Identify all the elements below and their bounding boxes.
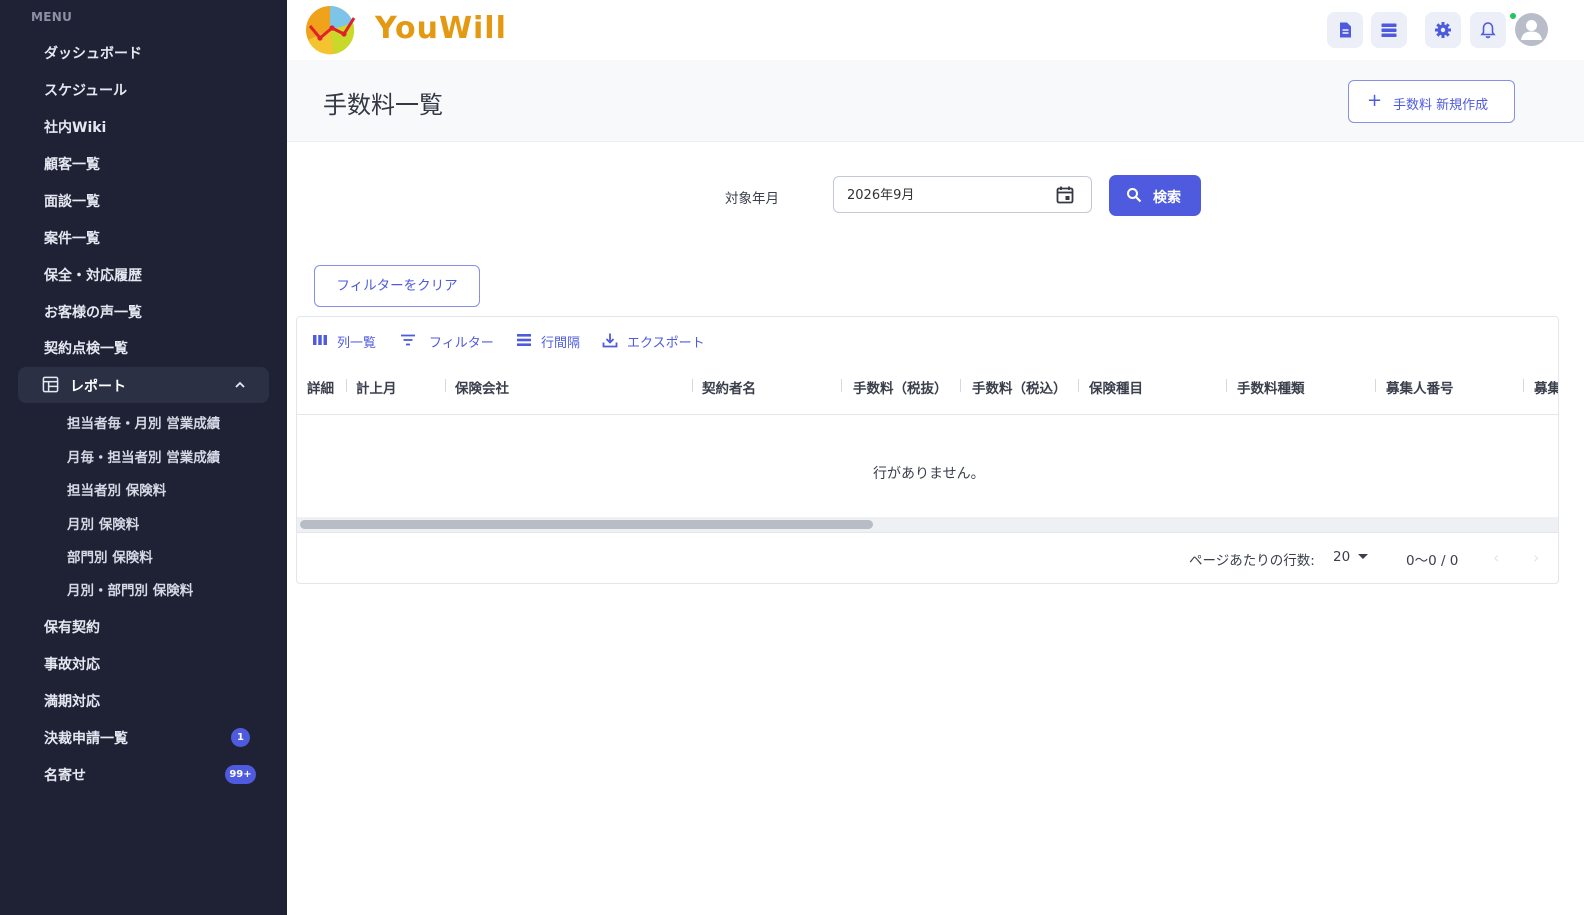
column-separator[interactable] bbox=[1523, 379, 1524, 392]
sidebar-item-schedule[interactable]: スケジュール bbox=[44, 80, 127, 100]
approvals-count-badge: 1 bbox=[231, 728, 250, 747]
column-header-agent-number[interactable]: 募集人番号 bbox=[1386, 377, 1454, 397]
export-button[interactable]: エクスポート bbox=[602, 330, 708, 351]
empty-rows-message: 行がありません。 bbox=[873, 466, 985, 482]
sidebar-item-contract-check[interactable]: 契約点検一覧 bbox=[44, 338, 128, 358]
sidebar-item-approvals[interactable]: 決裁申請一覧 bbox=[44, 728, 128, 748]
column-separator[interactable] bbox=[841, 379, 842, 392]
commission-grid bbox=[296, 316, 1559, 584]
export-label: エクスポート bbox=[627, 336, 705, 351]
sidebar-subitem-premium-by-month[interactable]: 月別 保険料 bbox=[67, 513, 139, 533]
create-commission-button[interactable]: + 手数料 新規作成 bbox=[1348, 80, 1515, 123]
column-header-booking-month[interactable]: 計上月 bbox=[356, 377, 397, 397]
column-header-recruit[interactable]: 募集 bbox=[1534, 377, 1558, 397]
sidebar-item-cases[interactable]: 案件一覧 bbox=[44, 228, 100, 248]
sidebar-item-customer-voice[interactable]: お客様の声一覧 bbox=[44, 302, 142, 322]
sidebar-subitem-sales-by-staff-month[interactable]: 担当者毎・月別 営業成績 bbox=[67, 412, 220, 432]
sidebar-group-report-label: レポート bbox=[70, 379, 126, 395]
horizontal-scrollbar-thumb[interactable] bbox=[300, 520, 873, 529]
avatar[interactable] bbox=[1515, 13, 1548, 46]
sidebar-item-accidents[interactable]: 事故対応 bbox=[44, 654, 100, 674]
sidebar: MENU ダッシュボード スケジュール 社内Wiki 顧客一覧 面談一覧 案件一… bbox=[0, 0, 287, 915]
document-icon bbox=[1340, 22, 1351, 38]
dropdown-caret-icon bbox=[1358, 554, 1368, 559]
page-title: 手数料一覧 bbox=[323, 91, 443, 119]
column-separator[interactable] bbox=[346, 379, 347, 392]
sidebar-subitem-premium-by-month-department[interactable]: 月別・部門別 保険料 bbox=[67, 579, 193, 599]
density-label: 行間隔 bbox=[541, 336, 581, 351]
filter-button[interactable]: フィルター bbox=[400, 330, 496, 351]
density-icon bbox=[517, 334, 531, 346]
youwill-logo-icon[interactable] bbox=[304, 4, 356, 56]
column-header-policyholder[interactable]: 契約者名 bbox=[702, 377, 756, 397]
user-icon bbox=[1521, 20, 1542, 40]
pagination-range: 0〜0 / 0 bbox=[1406, 553, 1459, 569]
columns-label: 列一覧 bbox=[337, 336, 377, 351]
target-month-field[interactable] bbox=[833, 176, 1092, 213]
sidebar-item-maturity[interactable]: 満期対応 bbox=[44, 691, 100, 711]
clear-filter-button[interactable]: フィルターをクリア bbox=[314, 265, 480, 307]
column-separator[interactable] bbox=[445, 379, 446, 392]
sidebar-subitem-sales-by-month-staff[interactable]: 月毎・担当者別 営業成績 bbox=[67, 446, 220, 466]
grid-footer-divider bbox=[297, 532, 1558, 533]
calendar-icon[interactable] bbox=[1055, 185, 1075, 205]
column-header-detail[interactable]: 詳細 bbox=[307, 377, 334, 397]
prev-page-icon[interactable]: ‹ bbox=[1493, 548, 1499, 567]
sidebar-subitem-premium-by-department[interactable]: 部門別 保険料 bbox=[67, 546, 153, 566]
sidebar-item-wiki[interactable]: 社内Wiki bbox=[44, 117, 106, 137]
column-header-commission-ex-tax[interactable]: 手数料（税抜） bbox=[853, 377, 948, 397]
column-separator[interactable] bbox=[960, 379, 961, 392]
settings-button[interactable] bbox=[1425, 12, 1461, 48]
notification-status-dot bbox=[1509, 12, 1517, 20]
name-merge-count-badge: 99+ bbox=[225, 765, 256, 784]
density-button[interactable]: 行間隔 bbox=[516, 330, 582, 351]
target-month-label: 対象年月 bbox=[725, 191, 779, 207]
column-separator[interactable] bbox=[1375, 379, 1376, 392]
gear-icon bbox=[1435, 22, 1451, 38]
list-icon bbox=[1381, 23, 1397, 37]
rows-per-page-label: ページあたりの行数: bbox=[1189, 553, 1315, 569]
column-separator[interactable] bbox=[1078, 379, 1079, 392]
columns-button[interactable]: 列一覧 bbox=[312, 330, 378, 351]
sidebar-item-owned-contracts[interactable]: 保有契約 bbox=[44, 617, 100, 637]
document-button[interactable] bbox=[1327, 12, 1363, 48]
list-button[interactable] bbox=[1371, 12, 1407, 48]
rows-per-page-value: 20 bbox=[1333, 549, 1351, 565]
column-header-insurer[interactable]: 保険会社 bbox=[455, 377, 509, 397]
create-commission-label: 手数料 新規作成 bbox=[1393, 98, 1489, 113]
column-header-commission-type[interactable]: 手数料種類 bbox=[1237, 377, 1305, 397]
chevron-up-icon bbox=[235, 381, 245, 388]
grid-header-divider bbox=[297, 414, 1558, 415]
logo-text: YouWill bbox=[375, 11, 507, 46]
sidebar-item-maintenance-history[interactable]: 保全・対応履歴 bbox=[44, 265, 142, 285]
bell-icon bbox=[1480, 22, 1496, 39]
sidebar-item-dashboard[interactable]: ダッシュボード bbox=[44, 43, 142, 63]
sidebar-group-report[interactable]: レポート bbox=[18, 367, 269, 403]
target-month-input[interactable] bbox=[847, 186, 1047, 201]
columns-icon bbox=[313, 335, 327, 345]
plus-icon: + bbox=[1367, 90, 1383, 111]
menu-heading: MENU bbox=[31, 10, 73, 24]
search-button[interactable]: 検索 bbox=[1109, 175, 1201, 216]
search-icon bbox=[1127, 188, 1142, 203]
search-button-label: 検索 bbox=[1153, 190, 1181, 206]
column-header-insurance-type[interactable]: 保険種目 bbox=[1089, 377, 1143, 397]
column-header-commission-inc-tax[interactable]: 手数料（税込） bbox=[972, 377, 1067, 397]
column-separator[interactable] bbox=[692, 379, 693, 392]
download-icon bbox=[602, 333, 618, 348]
filter-label: フィルター bbox=[429, 336, 494, 351]
report-table-icon bbox=[42, 376, 59, 393]
notifications-button[interactable] bbox=[1470, 12, 1506, 48]
filter-icon bbox=[401, 334, 415, 346]
sidebar-item-customers[interactable]: 顧客一覧 bbox=[44, 154, 100, 174]
next-page-icon[interactable]: › bbox=[1533, 548, 1539, 567]
sidebar-subitem-premium-by-staff[interactable]: 担当者別 保険料 bbox=[67, 479, 166, 499]
sidebar-item-interviews[interactable]: 面談一覧 bbox=[44, 191, 100, 211]
column-separator[interactable] bbox=[1226, 379, 1227, 392]
rows-per-page-select[interactable]: 20 bbox=[1333, 546, 1373, 568]
sidebar-item-name-merge[interactable]: 名寄せ bbox=[44, 765, 86, 785]
